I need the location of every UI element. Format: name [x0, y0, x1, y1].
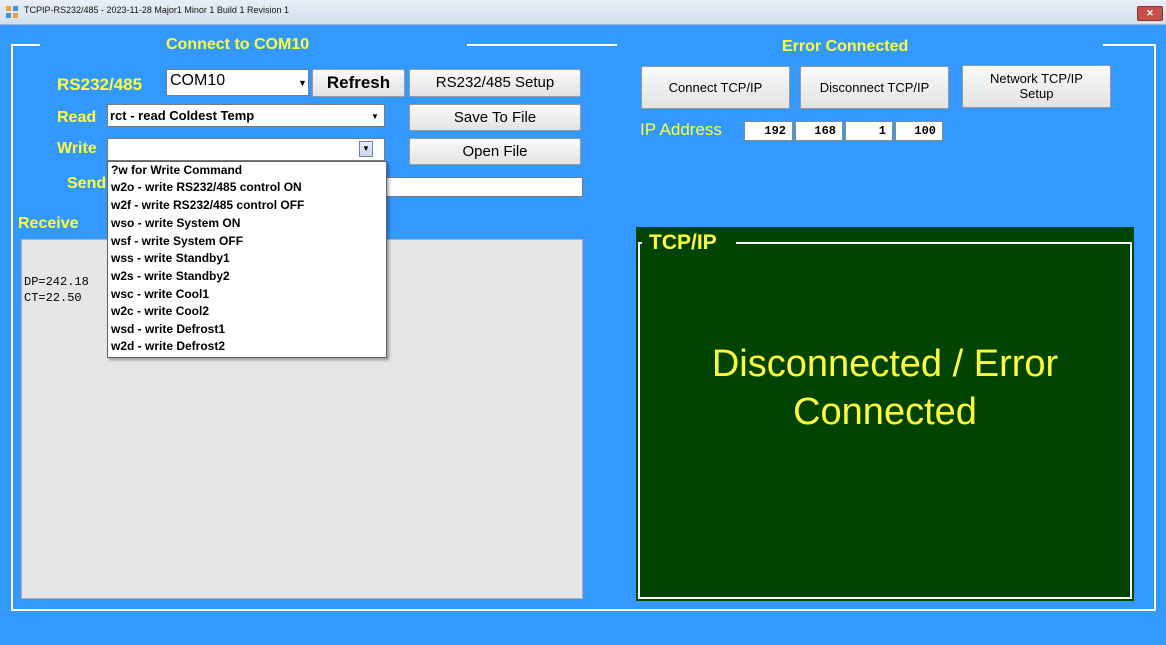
tcp-status-panel: TCP/IP Disconnected / Error Connected — [636, 227, 1134, 601]
group-border-right — [1154, 44, 1156, 611]
rs-label: RS232/485 — [57, 75, 143, 94]
ip-address-label: IP Address — [640, 120, 722, 139]
group-border-top-mid — [467, 44, 617, 46]
dropdown-item[interactable]: wsd - write Defrost1 — [111, 322, 225, 336]
write-dropdown-list: ?w for Write Command w2o - write RS232/4… — [107, 161, 387, 358]
ip-octet-1[interactable]: 192 — [744, 121, 793, 141]
chevron-down-icon[interactable]: ▼ — [359, 141, 373, 157]
dropdown-item[interactable]: w2s - write Standby2 — [111, 269, 230, 283]
receive-line: CT=22.50 — [24, 291, 82, 305]
app-icon — [6, 6, 18, 18]
connect-tcp-button[interactable]: Connect TCP/IP — [641, 66, 790, 109]
group-border-top-right — [1103, 44, 1156, 46]
network-setup-button[interactable]: Network TCP/IP Setup — [962, 65, 1111, 108]
read-label: Read — [57, 109, 97, 126]
network-setup-label-1: Network TCP/IP — [990, 71, 1083, 86]
dropdown-item[interactable]: w2f - write RS232/485 control OFF — [111, 198, 304, 212]
tcp-group-legend: Error Connected — [782, 38, 909, 55]
tcp-panel-title: TCP/IP — [649, 231, 717, 254]
panel-border-top-right — [736, 242, 1132, 244]
dropdown-item[interactable]: wso - write System ON — [111, 216, 240, 230]
ip-octet-3[interactable]: 1 — [845, 121, 893, 141]
network-setup-label-2: Setup — [1019, 86, 1054, 101]
receive-line: DP=242.18 — [24, 275, 89, 289]
dropdown-item[interactable]: ?w for Write Command — [111, 163, 242, 177]
dropdown-item[interactable]: w2o - write RS232/485 control ON — [111, 180, 302, 194]
group-border-left — [11, 44, 13, 611]
port-select[interactable]: COM10 ▼ — [166, 69, 309, 96]
port-value: COM10 — [170, 72, 226, 89]
dropdown-item[interactable]: w2d - write Defrost2 — [111, 339, 225, 353]
write-select[interactable]: ▼ — [107, 138, 385, 161]
send-label: Send — [67, 175, 107, 192]
read-value: rct - read Coldest Temp — [110, 108, 255, 123]
panel-border-bottom — [638, 597, 1132, 599]
rs-setup-button[interactable]: RS232/485 Setup — [409, 69, 581, 97]
dropdown-item[interactable]: wss - write Standby1 — [111, 251, 230, 265]
dropdown-item[interactable]: wsf - write System OFF — [111, 234, 243, 248]
group-border-bottom — [11, 609, 1156, 611]
com-group-legend: Connect to COM10 — [166, 36, 310, 53]
status-line-2: Connected — [793, 391, 977, 433]
open-file-button[interactable]: Open File — [409, 138, 581, 165]
ip-octet-4[interactable]: 100 — [895, 121, 943, 141]
window-title: TCPIP-RS232/485 - 2023-11-28 Major1 Mino… — [24, 5, 289, 15]
close-icon[interactable]: ✕ — [1137, 6, 1163, 21]
connection-status-text: Disconnected / Error Connected — [636, 340, 1134, 436]
dropdown-item[interactable]: wsc - write Cool1 — [111, 287, 209, 301]
group-border-top-left — [11, 44, 40, 46]
chevron-down-icon: ▼ — [371, 112, 379, 121]
receive-label: Receive — [18, 215, 79, 232]
save-to-file-button[interactable]: Save To File — [409, 104, 581, 131]
read-select[interactable]: rct - read Coldest Temp ▼ — [107, 104, 385, 127]
title-bar: TCPIP-RS232/485 - 2023-11-28 Major1 Mino… — [0, 0, 1166, 25]
disconnect-tcp-button[interactable]: Disconnect TCP/IP — [800, 66, 949, 109]
status-line-1: Disconnected / Error — [711, 343, 1059, 385]
write-label: Write — [57, 140, 97, 157]
chevron-down-icon: ▼ — [298, 78, 307, 88]
refresh-button[interactable]: Refresh — [312, 69, 405, 97]
dropdown-item[interactable]: w2c - write Cool2 — [111, 304, 209, 318]
ip-octet-2[interactable]: 168 — [795, 121, 843, 141]
